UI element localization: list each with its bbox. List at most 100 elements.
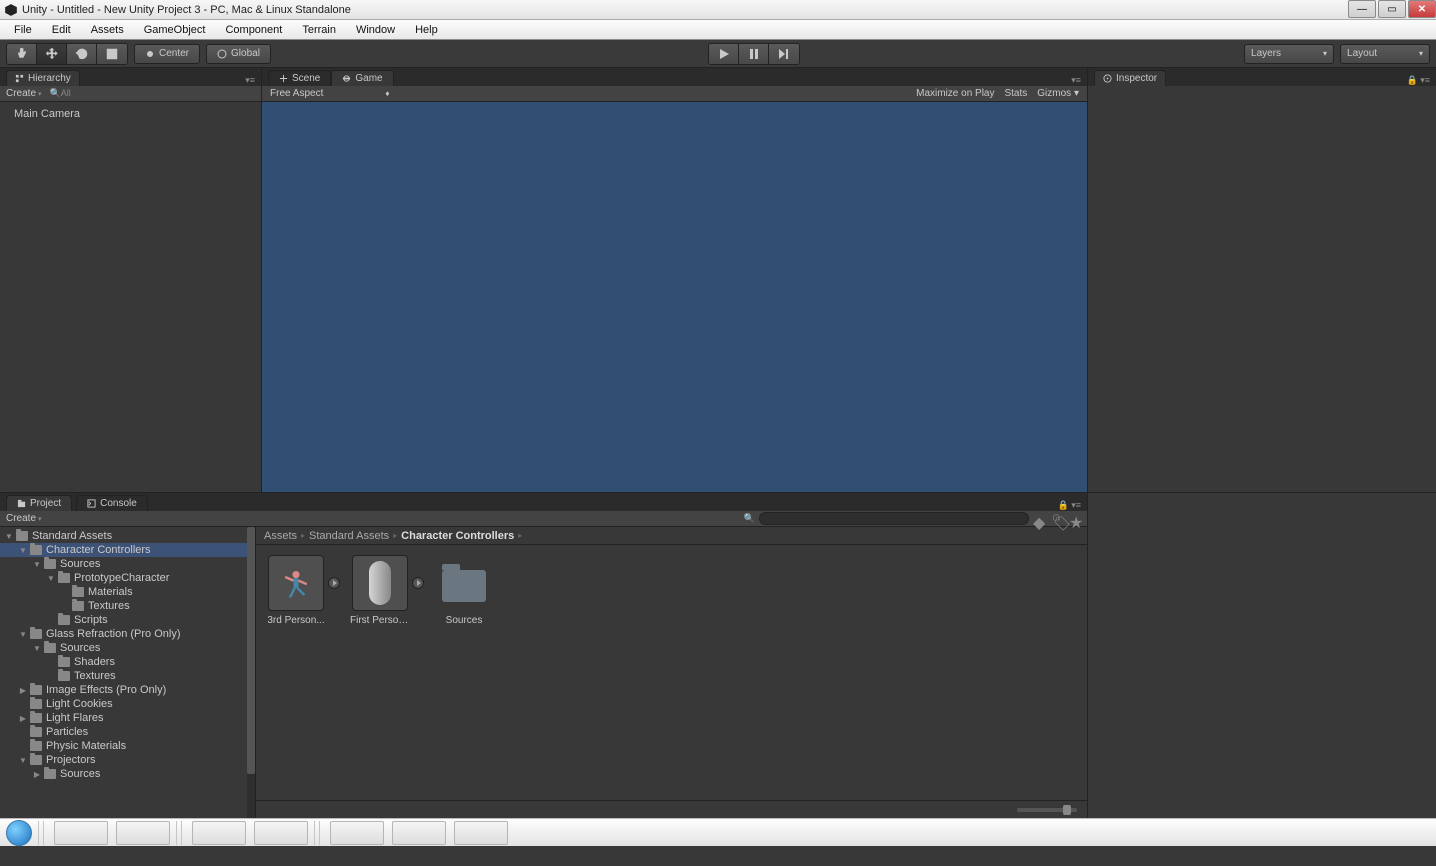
tree-folder-item[interactable]: ▶Sources — [0, 767, 255, 781]
tree-folder-item[interactable]: Textures — [0, 669, 255, 683]
menu-gameobject[interactable]: GameObject — [134, 22, 216, 38]
tree-folder-item[interactable]: Particles — [0, 725, 255, 739]
create-label: Create — [6, 88, 36, 99]
tree-folder-item[interactable]: Light Cookies — [0, 697, 255, 711]
project-tab-label: Project — [30, 498, 61, 509]
tab-scene[interactable]: Scene — [268, 70, 331, 86]
pause-button[interactable] — [739, 44, 769, 64]
tree-folder-item[interactable]: ▼Sources — [0, 641, 255, 655]
assets-grid: 3rd Person... First Person... Sources — [256, 545, 1087, 800]
hierarchy-create[interactable]: Create▾ — [6, 88, 42, 99]
project-breadcrumb: Assets▸ Standard Assets▸ Character Contr… — [256, 527, 1087, 545]
layout-label: Layout — [1347, 48, 1377, 59]
taskbar-item[interactable] — [116, 821, 170, 845]
menu-window[interactable]: Window — [346, 22, 405, 38]
breadcrumb-segment[interactable]: Standard Assets — [309, 530, 389, 542]
pivot-toggle[interactable]: Center — [134, 44, 200, 64]
hierarchy-search-text: All — [61, 88, 71, 98]
panel-options[interactable]: 🔒 ▾≡ — [1407, 75, 1436, 86]
menu-edit[interactable]: Edit — [42, 22, 81, 38]
layers-dropdown[interactable]: Layers▾ — [1244, 44, 1334, 64]
maximize-button[interactable]: ▭ — [1378, 0, 1406, 18]
maximize-on-play[interactable]: Maximize on Play — [916, 88, 994, 99]
stats-toggle[interactable]: Stats — [1004, 88, 1027, 99]
panel-options[interactable]: ▾≡ — [245, 75, 261, 86]
breadcrumb-current[interactable]: Character Controllers — [401, 530, 514, 542]
close-button[interactable]: ✕ — [1408, 0, 1436, 18]
taskbar-item[interactable] — [254, 821, 308, 845]
menu-help[interactable]: Help — [405, 22, 448, 38]
tab-project[interactable]: Project — [6, 495, 72, 511]
asset-item[interactable]: Sources — [434, 555, 494, 626]
project-search-input[interactable] — [759, 512, 1029, 525]
tab-console[interactable]: Console — [76, 495, 148, 511]
hierarchy-panel: Hierarchy ▾≡ Create▾ 🔍All Main Camera — [0, 68, 262, 492]
project-panel: Project Console 🔒 ▾≡ Create▾ 🔍 ◆ 🏷 ★ ▼St… — [0, 493, 1088, 818]
menu-file[interactable]: File — [4, 22, 42, 38]
inspector-tab-label: Inspector — [1116, 73, 1157, 84]
asset-play-icon[interactable] — [412, 577, 424, 589]
tree-folder-item[interactable]: ▼Glass Refraction (Pro Only) — [0, 627, 255, 641]
gizmos-label: Gizmos — [1037, 88, 1071, 99]
filter-type-icon[interactable]: ◆ — [1033, 513, 1045, 525]
taskbar-item[interactable] — [454, 821, 508, 845]
tree-folder-item[interactable]: Physic Materials — [0, 739, 255, 753]
tree-folder-item[interactable]: ▼Character Controllers — [0, 543, 255, 557]
tab-inspector[interactable]: Inspector — [1094, 70, 1166, 86]
hierarchy-item[interactable]: Main Camera — [0, 106, 261, 122]
project-create[interactable]: Create▾ — [6, 513, 42, 524]
tree-folder-item[interactable]: ▶Light Flares — [0, 711, 255, 725]
favorite-icon[interactable]: ★ — [1069, 513, 1081, 525]
step-button[interactable] — [769, 44, 799, 64]
tree-folder-item[interactable]: Scripts — [0, 613, 255, 627]
minimize-button[interactable]: — — [1348, 0, 1376, 18]
tree-folder-item[interactable]: Textures — [0, 599, 255, 613]
breadcrumb-segment[interactable]: Assets — [264, 530, 297, 542]
aspect-dropdown[interactable]: Free Aspect♦ — [270, 88, 389, 99]
hierarchy-search[interactable]: 🔍All — [50, 88, 255, 99]
console-tab-label: Console — [100, 498, 137, 509]
panel-options[interactable]: ▾≡ — [1071, 75, 1087, 86]
rotate-tool[interactable] — [67, 44, 97, 64]
center-panel: Scene Game ▾≡ Free Aspect♦ Maximize on P… — [262, 68, 1088, 492]
tree-folder-item[interactable]: Shaders — [0, 655, 255, 669]
tab-hierarchy[interactable]: Hierarchy — [6, 70, 80, 86]
tree-folder-item[interactable]: ▼Sources — [0, 557, 255, 571]
play-button[interactable] — [709, 44, 739, 64]
gizmos-toggle[interactable]: Gizmos ▾ — [1037, 88, 1079, 99]
asset-play-icon[interactable] — [328, 577, 340, 589]
tree-folder-item[interactable]: ▼Projectors — [0, 753, 255, 767]
tree-folder-item[interactable]: ▼Standard Assets — [0, 529, 255, 543]
start-button[interactable] — [6, 820, 32, 846]
handle-label: Global — [231, 48, 260, 59]
handle-toggle[interactable]: Global — [206, 44, 271, 64]
search-icon: 🔍 — [744, 513, 755, 524]
tree-scrollbar[interactable] — [247, 527, 255, 818]
hierarchy-tab-label: Hierarchy — [28, 73, 71, 84]
asset-item[interactable]: First Person... — [350, 555, 410, 626]
layers-label: Layers — [1251, 48, 1281, 59]
scale-tool[interactable] — [97, 44, 127, 64]
tree-folder-item[interactable]: Materials — [0, 585, 255, 599]
menu-assets[interactable]: Assets — [81, 22, 134, 38]
window-title: Unity - Untitled - New Unity Project 3 -… — [22, 4, 1346, 16]
menu-terrain[interactable]: Terrain — [292, 22, 346, 38]
menu-component[interactable]: Component — [215, 22, 292, 38]
hand-tool[interactable] — [7, 44, 37, 64]
taskbar-item[interactable] — [54, 821, 108, 845]
tree-folder-item[interactable]: ▶Image Effects (Pro Only) — [0, 683, 255, 697]
taskbar-item[interactable] — [192, 821, 246, 845]
tab-game[interactable]: Game — [331, 70, 393, 86]
move-tool[interactable] — [37, 44, 67, 64]
play-controls — [708, 43, 800, 65]
game-viewport[interactable] — [262, 102, 1087, 492]
layout-dropdown[interactable]: Layout ▾ — [1340, 44, 1430, 64]
asset-item[interactable]: 3rd Person... — [266, 555, 326, 626]
dropdown-arrow-icon: ▾ — [1419, 49, 1423, 58]
taskbar-item[interactable] — [330, 821, 384, 845]
tree-folder-item[interactable]: ▼PrototypeCharacter — [0, 571, 255, 585]
thumbnail-size-slider[interactable] — [1017, 808, 1077, 812]
taskbar-item[interactable] — [392, 821, 446, 845]
filter-label-icon[interactable]: 🏷 — [1051, 513, 1063, 525]
panel-options[interactable]: 🔒 ▾≡ — [1058, 500, 1087, 511]
